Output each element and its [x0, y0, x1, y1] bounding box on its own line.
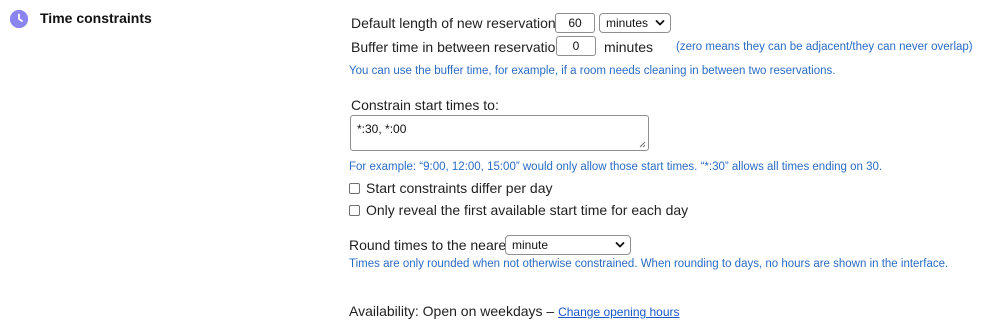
chevron-down-icon — [655, 20, 665, 26]
default-length-input[interactable]: 60 — [555, 13, 595, 33]
clock-icon — [10, 10, 28, 28]
start-times-hint: For example: “9:00, 12:00, 15:00” would … — [349, 161, 883, 173]
rounding-select[interactable]: minute — [505, 235, 631, 255]
buffer-time-label: Buffer time in between reservations — [351, 39, 571, 55]
availability-row: Availability: Open on weekdays – Change … — [349, 303, 680, 319]
buffer-time-input[interactable]: 0 — [556, 36, 596, 56]
rounding-value: minute — [512, 238, 549, 252]
start-constraints-per-day-label: Start constraints differ per day — [366, 180, 553, 196]
start-times-textarea[interactable]: *:30, *:00 — [350, 115, 649, 151]
change-opening-hours-link[interactable]: Change opening hours — [558, 305, 679, 319]
buffer-time-note: (zero means they can be adjacent/they ca… — [676, 41, 973, 53]
default-length-unit-select[interactable]: minutes — [599, 13, 671, 33]
section-title: Time constraints — [40, 10, 152, 26]
availability-label: Availability: Open on weekdays – — [349, 303, 555, 319]
default-length-unit-value: minutes — [606, 16, 649, 30]
buffer-time-unit: minutes — [604, 39, 654, 55]
start-times-label: Constrain start times to: — [351, 97, 499, 113]
rounding-label: Round times to the nearest — [349, 237, 518, 253]
default-length-label: Default length of new reservations — [351, 15, 563, 31]
start-times-value: *:30, *:00 — [357, 122, 407, 136]
rounding-hint: Times are only rounded when not otherwis… — [349, 258, 949, 270]
chevron-down-icon — [615, 242, 625, 248]
buffer-hint: You can use the buffer time, for example… — [349, 65, 836, 77]
resize-grip-icon[interactable] — [638, 140, 646, 148]
reveal-first-start-checkbox[interactable] — [349, 205, 360, 216]
reveal-first-start-label: Only reveal the first available start ti… — [366, 202, 689, 218]
start-constraints-per-day-checkbox[interactable] — [349, 183, 360, 194]
time-constraints-panel: Time constraints Default length of new r… — [0, 0, 984, 326]
